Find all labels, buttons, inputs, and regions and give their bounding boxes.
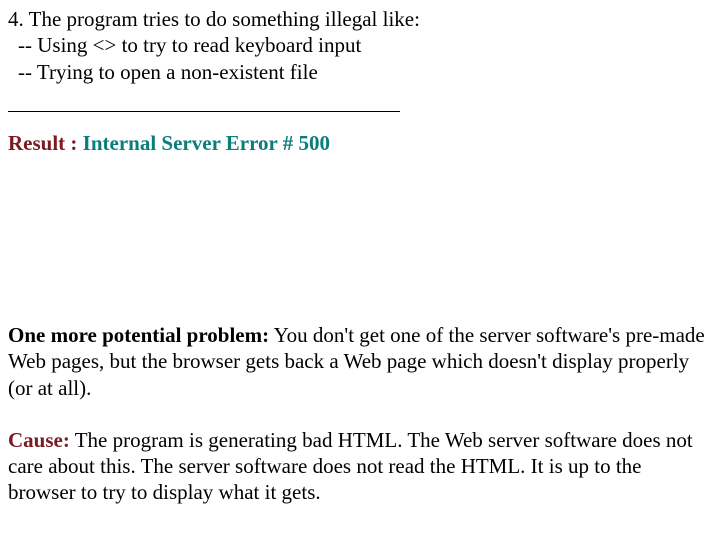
result-label: Result :	[8, 131, 77, 155]
cause-label: Cause:	[8, 428, 70, 452]
list-item-4-sub2: -- Trying to open a non-existent file	[8, 59, 712, 85]
result-text: Internal Server Error # 500	[77, 131, 330, 155]
cause-paragraph: Cause: The program is generating bad HTM…	[8, 427, 712, 506]
result-line: Result : Internal Server Error # 500	[8, 130, 712, 156]
one-more-problem-label: One more potential problem:	[8, 323, 269, 347]
spacer	[8, 182, 712, 322]
cause-text: The program is generating bad HTML. The …	[8, 428, 693, 505]
divider	[8, 111, 400, 112]
one-more-problem: One more potential problem: You don't ge…	[8, 322, 712, 401]
list-item-4: 4. The program tries to do something ill…	[8, 6, 712, 85]
list-item-4-sub1: -- Using <> to try to read keyboard inpu…	[8, 32, 712, 58]
list-item-4-lead: 4. The program tries to do something ill…	[8, 6, 712, 32]
